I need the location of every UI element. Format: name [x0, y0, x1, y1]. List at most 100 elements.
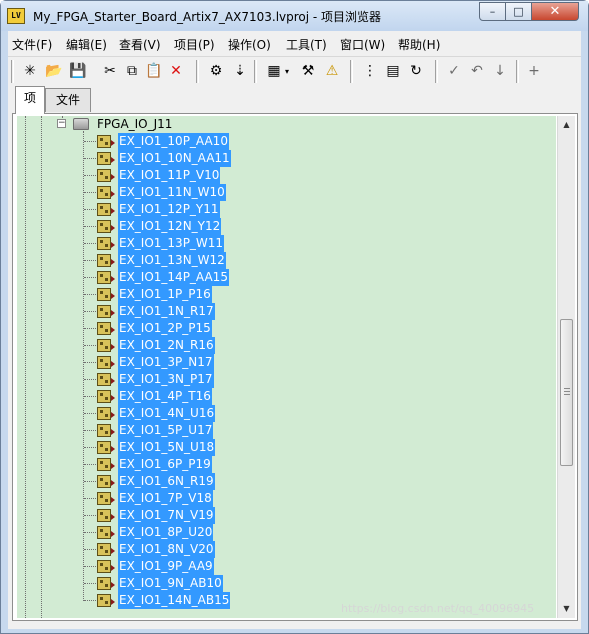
tree-item[interactable]: EX_IO1_14P_AA15 — [17, 269, 556, 286]
fpga-io-node-icon — [97, 509, 111, 522]
tree-item-label: EX_IO1_3N_P17 — [118, 371, 214, 388]
collapse-toggle-icon[interactable]: − — [57, 119, 66, 128]
tree-item[interactable]: EX_IO1_11P_V10 — [17, 167, 556, 184]
watermark-url: https://blog.csdn.net/qq_40096945 — [341, 602, 535, 615]
tree-item-label: EX_IO1_7P_V18 — [118, 490, 213, 507]
fpga-io-node-icon — [97, 560, 111, 573]
tree-item[interactable]: EX_IO1_6N_R19 — [17, 473, 556, 490]
refresh-icon[interactable]: ↻ — [406, 61, 426, 81]
io-direction-arrow-icon — [111, 429, 115, 435]
tree-item[interactable]: EX_IO1_3P_N17 — [17, 354, 556, 371]
menu-item[interactable]: 文件(F) — [12, 36, 52, 53]
tree-item[interactable]: EX_IO1_10N_AA11 — [17, 150, 556, 167]
tree-branch-line — [84, 447, 96, 448]
menu-item[interactable]: 查看(V) — [119, 36, 161, 53]
menu-item[interactable]: 窗口(W) — [340, 36, 385, 53]
tree-item[interactable]: EX_IO1_8P_U20 — [17, 524, 556, 541]
menu-item[interactable]: 工具(T) — [286, 36, 327, 53]
fpga-io-node-icon — [97, 237, 111, 250]
io-direction-arrow-icon — [111, 293, 115, 299]
tree-item[interactable]: EX_IO1_3N_P17 — [17, 371, 556, 388]
dropdown-arrow-icon[interactable]: ▾ — [285, 67, 289, 76]
tree-item[interactable]: EX_IO1_9N_AB10 — [17, 575, 556, 592]
fpga-io-node-icon — [97, 492, 111, 505]
paste-icon[interactable]: 📋 — [144, 61, 164, 81]
tree-item[interactable]: EX_IO1_5P_U17 — [17, 422, 556, 439]
tree-item[interactable]: EX_IO1_12P_Y11 — [17, 201, 556, 218]
tree-item[interactable]: EX_IO1_8N_V20 — [17, 541, 556, 558]
tree-item[interactable]: EX_IO1_2P_P15 — [17, 320, 556, 337]
menu-item[interactable]: 项目(P) — [174, 36, 215, 53]
tree-item[interactable]: EX_IO1_6P_P19 — [17, 456, 556, 473]
new-icon[interactable]: ✳ — [20, 61, 40, 81]
tree-item-label: EX_IO1_12P_Y11 — [118, 201, 220, 218]
toolbar-separator — [516, 60, 519, 83]
tree-branch-line — [84, 328, 96, 329]
undo-icon[interactable]: ↶ — [467, 61, 487, 81]
tree-item[interactable]: EX_IO1_13P_W11 — [17, 235, 556, 252]
check-icon[interactable]: ✓ — [444, 61, 464, 81]
menu-item[interactable]: 编辑(E) — [66, 36, 107, 53]
tree-item[interactable]: EX_IO1_9P_AA9 — [17, 558, 556, 575]
tree-item-label: EX_IO1_10N_AA11 — [118, 150, 231, 167]
fpga-io-node-icon — [97, 356, 111, 369]
window-client-area: 文件(F) 编辑(E) 查看(V) 项目(P) 操作(O) 工具(T) 窗口(W) 帮助(H)… — [8, 31, 581, 629]
build-icon[interactable]: ⚙ — [206, 61, 226, 81]
tree-item-label: EX_IO1_6N_R19 — [118, 473, 215, 490]
tree-item-label: EX_IO1_11N_W10 — [118, 184, 226, 201]
tree-item-label: EX_IO1_1N_R17 — [118, 303, 215, 320]
move-down-icon[interactable]: ↓ — [490, 61, 510, 81]
scroll-up-arrow-icon[interactable]: ▲ — [558, 116, 575, 133]
tree-item[interactable]: EX_IO1_7N_V19 — [17, 507, 556, 524]
tree-item[interactable]: EX_IO1_4N_U16 — [17, 405, 556, 422]
cut-icon[interactable]: ✂ — [100, 61, 120, 81]
add-icon[interactable]: + — [524, 61, 544, 81]
scroll-down-arrow-icon[interactable]: ▼ — [558, 600, 575, 617]
tree-item-label: EX_IO1_5N_U18 — [118, 439, 216, 456]
vertical-scrollbar[interactable]: ▲ ▼ — [557, 116, 575, 618]
fpga-io-node-icon — [97, 254, 111, 267]
library-icon[interactable]: ▤ — [383, 61, 403, 81]
menu-item[interactable]: 帮助(H) — [398, 36, 440, 53]
tab-items[interactable]: 项 — [15, 86, 45, 114]
tree-item[interactable]: EX_IO1_1N_R17 — [17, 303, 556, 320]
tree-item-label: EX_IO1_7N_V19 — [118, 507, 215, 524]
delete-icon[interactable]: ✕ — [166, 61, 186, 81]
view-icon[interactable]: ▦ — [264, 61, 284, 81]
save-all-icon[interactable]: 💾 — [68, 61, 88, 81]
warning-icon[interactable]: ⚠ — [322, 61, 342, 81]
thumb-grip — [564, 388, 570, 389]
tree-item[interactable]: EX_IO1_5N_U18 — [17, 439, 556, 456]
io-direction-arrow-icon — [111, 361, 115, 367]
tree-item[interactable]: EX_IO1_11N_W10 — [17, 184, 556, 201]
minimize-button[interactable]: – — [479, 2, 506, 21]
scrollbar-thumb[interactable] — [560, 319, 573, 466]
io-direction-arrow-icon — [111, 395, 115, 401]
title-bar[interactable]: LV My_FPGA_Starter_Board_Artix7_AX7103.l… — [1, 1, 588, 31]
thumb-grip — [564, 394, 570, 395]
arrange-icon[interactable]: ⋮ — [360, 61, 380, 81]
tree-item[interactable]: EX_IO1_7P_V18 — [17, 490, 556, 507]
fpga-io-node-icon — [97, 339, 111, 352]
copy-icon[interactable]: ⧉ — [122, 61, 142, 81]
settings-icon[interactable]: ⚒ — [298, 61, 318, 81]
close-button[interactable]: ✕ — [531, 2, 579, 21]
tree-item[interactable]: EX_IO1_10P_AA10 — [17, 133, 556, 150]
tree-branch-line — [84, 192, 96, 193]
tree-item[interactable]: EX_IO1_1P_P16 — [17, 286, 556, 303]
tree-item[interactable]: EX_IO1_13N_W12 — [17, 252, 556, 269]
tree-item[interactable]: EX_IO1_2N_R16 — [17, 337, 556, 354]
maximize-button[interactable]: □ — [505, 2, 532, 21]
fpga-io-node-icon — [97, 203, 111, 216]
deploy-icon[interactable]: ⇣ — [230, 61, 250, 81]
open-icon[interactable]: 📂 — [44, 61, 64, 81]
tab-files[interactable]: 文件 — [45, 88, 91, 112]
tree-item[interactable]: EX_IO1_12N_Y12 — [17, 218, 556, 235]
tree-branch-line — [84, 311, 96, 312]
tree-item[interactable]: EX_IO1_4P_T16 — [17, 388, 556, 405]
menu-item[interactable]: 操作(O) — [228, 36, 271, 53]
tree-branch-line — [84, 481, 96, 482]
tree-item-label: EX_IO1_9N_AB10 — [118, 575, 223, 592]
io-direction-arrow-icon — [111, 191, 115, 197]
project-tree[interactable]: − FPGA_IO_J11 EX_IO1_10P_AA10 EX_IO1_10N_… — [17, 116, 556, 618]
